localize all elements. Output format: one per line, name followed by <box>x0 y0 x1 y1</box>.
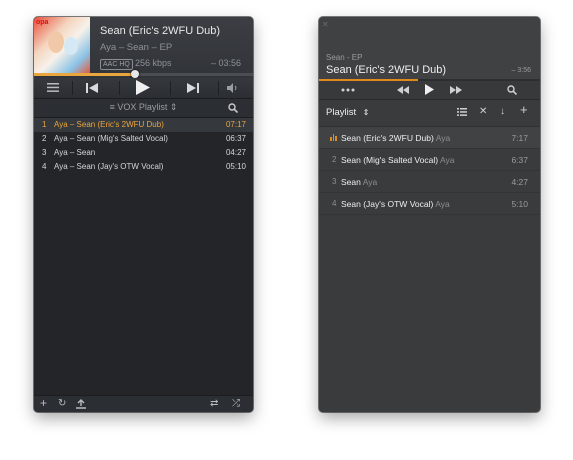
close-icon[interactable]: ✕ <box>479 107 487 117</box>
shuffle-icon[interactable]: ⤮ <box>232 399 240 409</box>
divider <box>72 81 73 95</box>
track-subtitle: Aya – Sean – EP <box>100 42 173 53</box>
more-icon[interactable] <box>341 85 355 95</box>
transport-controls <box>319 81 540 100</box>
album-art[interactable]: opa <box>34 17 90 73</box>
album-art-figure <box>48 31 64 53</box>
search-icon[interactable] <box>228 103 239 116</box>
album-art-logo: opa <box>36 19 49 26</box>
divider <box>218 81 219 95</box>
refresh-icon[interactable]: ↻ <box>58 399 66 409</box>
now-playing-header: ✕ Sean - EP Sean (Eric's 2WFU Dub) – 3:5… <box>319 17 540 81</box>
track-duration: 5:10 <box>511 199 528 209</box>
playlist: 1 Aya – Sean (Eric's 2WFU Dub) 07:17 2 Aya … <box>34 118 253 174</box>
track-artist: Aya <box>362 177 378 187</box>
playlist-label: Playlist <box>326 107 357 118</box>
bitrate: 256 kbps <box>135 58 172 68</box>
now-playing-icon <box>330 134 338 141</box>
playlist-selector[interactable]: ≡ VOX Playlist ⇕ <box>34 102 253 113</box>
list-item[interactable]: 2 Sean (Mig's Salted Vocal) Aya 6:37 <box>319 149 540 171</box>
track-number: 4 <box>332 199 337 208</box>
list-item[interactable]: 1 Aya – Sean (Eric's 2WFU Dub) 07:17 <box>34 118 253 132</box>
bottom-toolbar: + ↻ ⇄ ⤮ <box>34 395 253 412</box>
time-remaining[interactable]: – 03:56 <box>211 58 241 68</box>
format-badge: AAC HQ <box>100 59 133 70</box>
playlist-bar: ≡ VOX Playlist ⇕ <box>34 99 253 118</box>
next-icon[interactable] <box>187 83 199 96</box>
track-name: Sean (Eric's 2WFU Dub) <box>341 133 434 143</box>
progress-bar[interactable] <box>34 73 253 76</box>
track-number: 2 <box>42 134 47 143</box>
previous-icon[interactable] <box>86 83 98 96</box>
upload-icon[interactable] <box>76 399 86 412</box>
track-name: Sean (Mig's Salted Vocal) <box>341 155 439 165</box>
list-icon[interactable] <box>457 108 467 119</box>
track-number: 1 <box>42 120 47 129</box>
list-item[interactable]: 4 Aya – Sean (Jay's OTW Vocal) 05:10 <box>34 160 253 174</box>
list-item[interactable]: Sean (Eric's 2WFU Dub) Aya 7:17 <box>319 127 540 149</box>
list-item[interactable]: 2 Aya – Sean (Mig's Salted Vocal) 06:37 <box>34 132 253 146</box>
playlist: Sean (Eric's 2WFU Dub) Aya 7:17 2 Sean (… <box>319 127 540 215</box>
track-duration: 4:27 <box>511 177 528 187</box>
transport-controls <box>34 78 253 99</box>
list-item[interactable]: 4 Sean (Jay's OTW Vocal) Aya 5:10 <box>319 193 540 215</box>
track-name: Aya – Sean (Mig's Salted Vocal) <box>54 134 168 143</box>
track-title: Sean (Eric's 2WFU Dub) <box>326 64 447 76</box>
progress-fill <box>34 73 135 76</box>
track-number: 4 <box>42 162 47 171</box>
add-icon[interactable]: + <box>40 397 47 409</box>
progress-knob[interactable] <box>130 70 139 78</box>
track-number: 3 <box>42 148 47 157</box>
volume-icon[interactable] <box>227 83 238 96</box>
track-number: 3 <box>332 177 337 186</box>
track-title: Sean (Eric's 2WFU Dub) <box>100 25 221 37</box>
play-icon[interactable] <box>136 80 150 98</box>
updown-icon: ⇕ <box>362 108 370 117</box>
rewind-icon[interactable] <box>397 86 409 97</box>
track-artist: Aya <box>435 133 451 143</box>
repeat-icon[interactable]: ⇄ <box>210 399 218 409</box>
updown-icon: ⇕ <box>169 102 178 112</box>
track-name: Sean (Jay's OTW Vocal) <box>341 199 434 209</box>
track-duration: 07:17 <box>225 120 246 129</box>
track-duration: 06:37 <box>225 134 246 143</box>
track-name: Aya – Sean (Jay's OTW Vocal) <box>54 162 164 171</box>
track-duration: 05:10 <box>225 162 246 171</box>
track-duration: 7:17 <box>511 133 528 143</box>
track-duration: 6:37 <box>511 155 528 165</box>
time-remaining[interactable]: – 3:56 <box>512 67 531 74</box>
play-icon[interactable] <box>425 84 434 98</box>
track-artist: Aya <box>435 199 450 209</box>
album-art-figure <box>64 37 78 55</box>
track-duration: 04:27 <box>225 148 246 157</box>
playlist-header: Playlist ⇕ ✕ ↓ + <box>319 100 540 127</box>
mini-player-window: ✕ Sean - EP Sean (Eric's 2WFU Dub) – 3:5… <box>319 17 540 412</box>
list-item[interactable]: 3 Aya – Sean 04:27 <box>34 146 253 160</box>
playlist-selector[interactable]: Playlist ⇕ <box>326 107 369 118</box>
close-window-icon[interactable]: ✕ <box>322 20 329 29</box>
download-icon[interactable]: ↓ <box>500 107 505 117</box>
playlist-name: VOX Playlist <box>117 102 168 112</box>
list-item[interactable]: 3 Sean Aya 4:27 <box>319 171 540 193</box>
search-icon[interactable] <box>507 85 518 98</box>
list-icon: ≡ <box>109 102 115 112</box>
divider <box>170 81 171 95</box>
track-name: Aya – Sean (Eric's 2WFU Dub) <box>54 120 164 129</box>
track-name: Aya – Sean <box>54 148 96 157</box>
track-artist: Aya <box>439 155 455 165</box>
track-number: 2 <box>332 155 337 164</box>
menu-icon[interactable] <box>47 83 59 95</box>
divider <box>119 81 120 95</box>
track-name: Sean <box>341 177 361 187</box>
add-icon[interactable]: + <box>520 103 528 116</box>
album-name: Sean - EP <box>326 53 363 62</box>
vox-player-window: opa Sean (Eric's 2WFU Dub) Aya – Sean – … <box>34 17 253 412</box>
fast-forward-icon[interactable] <box>450 86 462 97</box>
